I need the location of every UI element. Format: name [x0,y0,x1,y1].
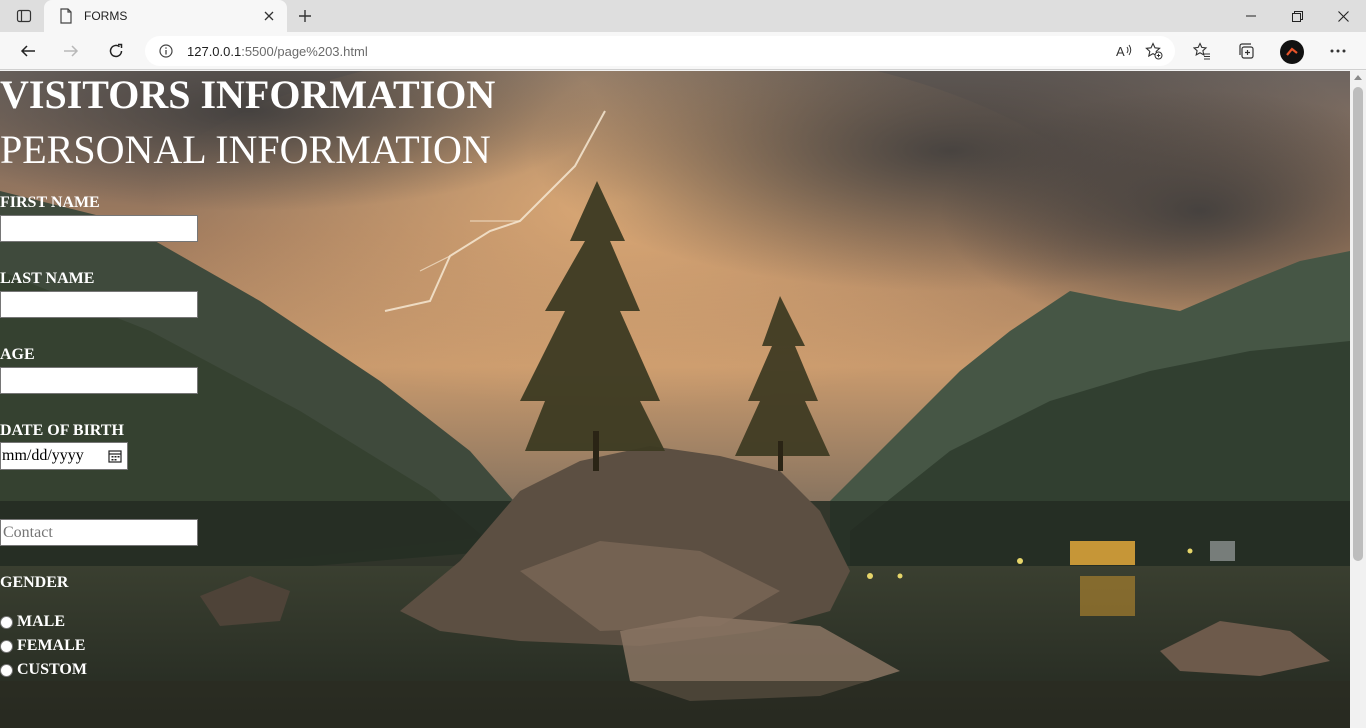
scrollbar-thumb[interactable] [1353,87,1363,561]
new-tab-icon[interactable] [292,4,318,28]
forward-icon [55,35,87,67]
first-name-label: FIRST NAME [0,194,100,211]
reload-icon[interactable] [100,35,132,67]
radio-button[interactable] [0,663,13,677]
age-label: AGE [0,346,35,363]
gender-option-label: MALE [17,613,65,630]
scroll-up-arrow-icon[interactable] [1354,75,1362,80]
gender-option-label: FEMALE [17,637,86,654]
gender-option-female[interactable]: FEMALE [0,637,85,655]
url-path: :5500/page%203.html [241,43,368,59]
gender-label: GENDER [0,574,69,591]
page-viewport: VISITORS INFORMATION PERSONAL INFORMATIO… [0,71,1350,728]
page-icon [58,8,74,24]
tab-actions-icon[interactable] [8,4,40,28]
close-window-icon[interactable] [1320,0,1366,32]
page-title: VISITORS INFORMATION [0,72,496,117]
date-of-birth-label: DATE OF BIRTH [0,422,124,439]
age-field[interactable] [0,367,198,394]
browser-toolbar: 127.0.0.1:5500/page%203.html A [0,32,1366,70]
tab-title: FORMS [84,9,128,23]
browser-tab[interactable]: FORMS [44,0,287,32]
minimize-icon[interactable] [1228,0,1274,32]
close-tab-icon[interactable] [257,4,281,28]
more-menu-icon[interactable] [1322,35,1354,67]
calendar-icon[interactable] [107,448,123,464]
site-info-icon[interactable] [155,40,177,62]
url-host: 127.0.0.1 [187,43,242,59]
first-name-field[interactable] [0,215,198,242]
gender-option-label: CUSTOM [17,661,87,678]
gender-option-male[interactable]: MALE [0,613,65,631]
address-bar[interactable]: 127.0.0.1:5500/page%203.html A [145,36,1175,66]
restore-icon[interactable] [1274,0,1320,32]
last-name-label: LAST NAME [0,270,95,287]
read-aloud-icon[interactable]: A [1109,36,1139,66]
collections-icon[interactable] [1230,35,1262,67]
section-title: PERSONAL INFORMATION [0,127,491,172]
profile-avatar[interactable] [1280,40,1304,64]
date-of-birth-value: mm/dd/yyyy [2,447,84,464]
radio-button[interactable] [0,639,13,653]
tab-strip: FORMS [0,0,1366,32]
radio-button[interactable] [0,615,13,629]
back-icon[interactable] [12,35,44,67]
date-of-birth-field[interactable]: mm/dd/yyyy [0,442,128,470]
add-favorite-icon[interactable] [1139,36,1169,66]
page-scrollbar[interactable] [1350,71,1366,728]
gender-option-custom[interactable]: CUSTOM [0,661,87,679]
favorites-icon[interactable] [1186,35,1218,67]
contact-field[interactable] [0,519,198,546]
last-name-field[interactable] [0,291,198,318]
url-text: 127.0.0.1:5500/page%203.html [187,44,1109,59]
svg-text:A: A [1116,44,1125,59]
